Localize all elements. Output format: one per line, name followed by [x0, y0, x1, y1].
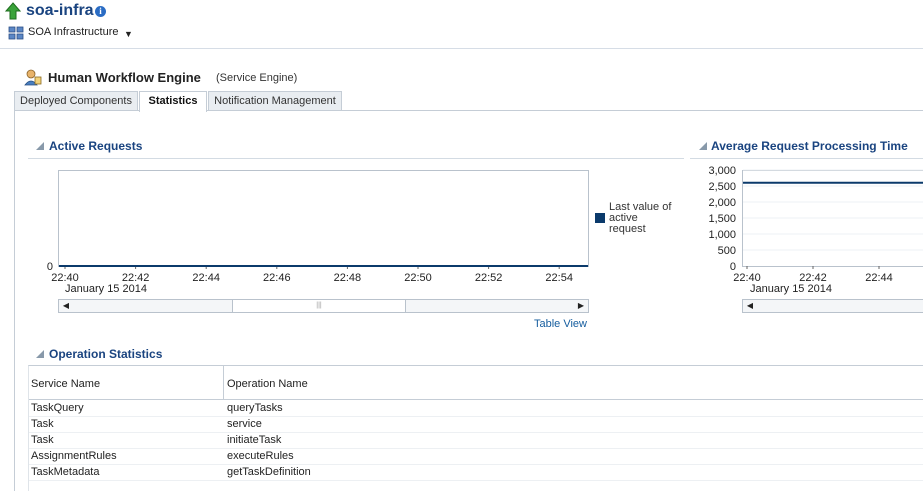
x-tick-label: 22:46 [263, 272, 291, 284]
x-tick-label: 22:48 [334, 272, 362, 284]
table-row[interactable]: Task service [29, 416, 923, 433]
x-tick-label: 22:44 [192, 272, 220, 284]
chevron-down-icon[interactable]: ▼ [124, 29, 133, 39]
engine-title: Human Workflow Engine [48, 70, 201, 85]
up-arrow-icon[interactable] [5, 2, 21, 20]
active-requests-date: January 15 2014 [65, 283, 147, 295]
y-tick-label: 2,500 [708, 181, 736, 193]
avg-time-title: Average Request Processing Time [711, 139, 908, 153]
x-tick-label: 22:44 [865, 272, 893, 284]
cell-operation-name: getTaskDefinition [227, 466, 311, 478]
section-divider [28, 158, 684, 159]
header-divider [0, 48, 923, 49]
cell-operation-name: service [227, 418, 262, 430]
operations-table: Service Name Operation Name TaskQuery que… [28, 365, 923, 491]
content-border [14, 111, 15, 491]
table-row[interactable]: TaskMetadata getTaskDefinition [29, 464, 923, 481]
x-tick-label: 22:52 [475, 272, 503, 284]
tab-statistics[interactable]: Statistics [139, 91, 207, 112]
avg-time-plot [742, 170, 923, 267]
cell-service-name: AssignmentRules [31, 450, 117, 462]
x-tick-label: 22:54 [545, 272, 573, 284]
active-requests-scrollbar[interactable]: ◀ ||| ▶ [58, 299, 589, 313]
col-divider [223, 366, 224, 399]
cell-service-name: Task [31, 418, 54, 430]
col-service-name[interactable]: Service Name [31, 378, 100, 390]
avg-time-scrollbar[interactable]: ◀ [742, 299, 923, 313]
table-row[interactable]: Task initiateTask [29, 432, 923, 449]
y-tick-label: 2,000 [708, 197, 736, 209]
cell-operation-name: initiateTask [227, 434, 282, 446]
workflow-engine-icon [24, 69, 42, 86]
cell-operation-name: queryTasks [227, 402, 283, 414]
collapse-operations-icon[interactable] [36, 350, 44, 358]
legend-swatch [595, 213, 605, 223]
y-tick-label: 3,000 [708, 165, 736, 177]
col-operation-name[interactable]: Operation Name [227, 378, 308, 390]
y-tick-label: 0 [730, 261, 736, 273]
y-tick-label: 0 [47, 261, 53, 273]
avg-time-date: January 15 2014 [750, 283, 832, 295]
active-requests-plot [58, 170, 589, 267]
collapse-active-requests-icon[interactable] [36, 142, 44, 150]
table-row[interactable]: AssignmentRules executeRules [29, 448, 923, 465]
scroll-thumb[interactable]: ||| [232, 300, 406, 312]
cell-service-name: TaskQuery [31, 402, 84, 414]
active-requests-title: Active Requests [49, 139, 143, 153]
scroll-left-icon[interactable]: ◀ [744, 300, 756, 312]
operations-title: Operation Statistics [49, 347, 163, 361]
tab-deployed-components[interactable]: Deployed Components [14, 91, 138, 110]
table-header: Service Name Operation Name [29, 366, 923, 400]
x-tick-label: 22:50 [404, 272, 432, 284]
cell-service-name: TaskMetadata [31, 466, 100, 478]
soa-infrastructure-icon [8, 26, 24, 40]
y-tick-label: 1,500 [708, 213, 736, 225]
soa-infrastructure-menu[interactable]: SOA Infrastructure [28, 26, 118, 38]
scroll-left-icon[interactable]: ◀ [60, 300, 72, 312]
cell-operation-name: executeRules [227, 450, 294, 462]
legend-label: Last value of active request [609, 201, 672, 235]
cell-service-name: Task [31, 434, 54, 446]
info-icon[interactable]: i [95, 6, 106, 17]
engine-type: (Service Engine) [216, 72, 298, 84]
section-divider [690, 158, 923, 159]
scroll-right-icon[interactable]: ▶ [575, 300, 587, 312]
table-row[interactable]: TaskQuery queryTasks [29, 400, 923, 417]
collapse-avg-time-icon[interactable] [699, 142, 707, 150]
y-tick-label: 500 [718, 245, 736, 257]
table-view-link[interactable]: Table View [534, 318, 587, 330]
page-title: soa-infra [26, 2, 94, 19]
tab-notification-management[interactable]: Notification Management [208, 91, 342, 110]
y-tick-label: 1,000 [708, 229, 736, 241]
